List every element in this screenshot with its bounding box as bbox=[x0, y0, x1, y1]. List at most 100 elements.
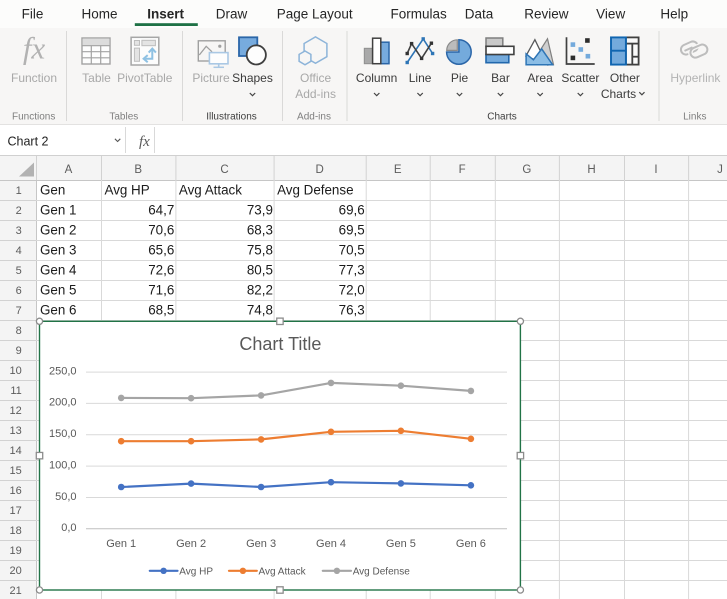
svg-text:Gen: Gen bbox=[40, 183, 65, 198]
svg-text:Illustrations: Illustrations bbox=[206, 111, 257, 122]
svg-text:I: I bbox=[654, 164, 657, 176]
svg-text:3: 3 bbox=[16, 225, 22, 237]
svg-text:Hyperlink: Hyperlink bbox=[670, 71, 721, 85]
svg-text:4: 4 bbox=[16, 245, 22, 257]
svg-text:200,0: 200,0 bbox=[49, 397, 77, 409]
svg-text:2: 2 bbox=[16, 205, 22, 217]
svg-text:Gen 4: Gen 4 bbox=[40, 263, 77, 278]
svg-text:77,3: 77,3 bbox=[339, 263, 365, 278]
svg-text:Avg HP: Avg HP bbox=[179, 566, 213, 577]
svg-text:G: G bbox=[522, 164, 531, 176]
svg-text:21: 21 bbox=[10, 585, 22, 597]
svg-text:Function: Function bbox=[11, 71, 57, 85]
svg-text:Table: Table bbox=[82, 71, 111, 85]
svg-text:16: 16 bbox=[10, 485, 22, 497]
svg-text:8: 8 bbox=[16, 325, 22, 337]
svg-text:Review: Review bbox=[524, 7, 569, 22]
svg-text:69,6: 69,6 bbox=[339, 203, 365, 218]
svg-text:69,5: 69,5 bbox=[339, 223, 365, 238]
svg-text:0,0: 0,0 bbox=[61, 522, 76, 534]
svg-text:14: 14 bbox=[10, 445, 22, 457]
svg-text:17: 17 bbox=[10, 505, 22, 517]
svg-text:250,0: 250,0 bbox=[49, 365, 77, 377]
svg-text:72,0: 72,0 bbox=[339, 283, 365, 298]
svg-text:80,5: 80,5 bbox=[247, 263, 273, 278]
svg-text:Area: Area bbox=[527, 71, 553, 85]
svg-text:Chart 2: Chart 2 bbox=[8, 134, 49, 148]
svg-text:70,5: 70,5 bbox=[339, 243, 365, 258]
svg-text:A: A bbox=[65, 164, 73, 176]
svg-text:Office: Office bbox=[300, 71, 331, 85]
svg-text:Help: Help bbox=[660, 7, 688, 22]
svg-text:Draw: Draw bbox=[216, 7, 248, 22]
svg-text:D: D bbox=[315, 164, 323, 176]
svg-text:50,0: 50,0 bbox=[55, 491, 76, 503]
svg-text:Avg HP: Avg HP bbox=[105, 183, 150, 198]
svg-text:65,6: 65,6 bbox=[148, 243, 174, 258]
svg-text:100,0: 100,0 bbox=[49, 459, 77, 471]
svg-text:fx: fx bbox=[23, 31, 46, 66]
svg-text:Shapes: Shapes bbox=[232, 71, 273, 85]
svg-text:1: 1 bbox=[16, 185, 22, 197]
svg-text:Pie: Pie bbox=[451, 71, 469, 85]
svg-text:9: 9 bbox=[16, 345, 22, 357]
svg-text:Formulas: Formulas bbox=[390, 7, 447, 22]
svg-text:Scatter: Scatter bbox=[561, 71, 599, 85]
svg-text:F: F bbox=[459, 164, 466, 176]
svg-text:11: 11 bbox=[10, 385, 21, 397]
svg-text:Add-ins: Add-ins bbox=[295, 87, 336, 101]
svg-text:Gen 2: Gen 2 bbox=[40, 223, 76, 238]
svg-text:20: 20 bbox=[10, 565, 22, 577]
svg-text:Gen 3: Gen 3 bbox=[246, 538, 276, 550]
svg-text:Functions: Functions bbox=[12, 111, 55, 122]
svg-text:View: View bbox=[596, 7, 625, 22]
svg-text:E: E bbox=[394, 164, 402, 176]
svg-text:Insert: Insert bbox=[147, 7, 184, 22]
svg-text:Bar: Bar bbox=[491, 71, 510, 85]
svg-text:Home: Home bbox=[81, 7, 117, 22]
svg-text:J: J bbox=[717, 164, 723, 176]
svg-text:Add-ins: Add-ins bbox=[297, 111, 331, 122]
svg-text:68,3: 68,3 bbox=[247, 223, 273, 238]
svg-text:5: 5 bbox=[16, 265, 22, 277]
svg-text:75,8: 75,8 bbox=[247, 243, 273, 258]
svg-text:Avg Defense: Avg Defense bbox=[277, 183, 353, 198]
svg-text:PivotTable: PivotTable bbox=[117, 71, 173, 85]
svg-text:H: H bbox=[587, 164, 595, 176]
svg-text:70,6: 70,6 bbox=[148, 223, 174, 238]
svg-text:Page Layout: Page Layout bbox=[277, 7, 353, 22]
svg-text:Charts: Charts bbox=[487, 111, 516, 122]
svg-text:Gen 5: Gen 5 bbox=[40, 283, 76, 298]
svg-text:Avg Defense: Avg Defense bbox=[353, 566, 411, 577]
svg-text:Gen 1: Gen 1 bbox=[40, 203, 76, 218]
svg-text:Picture: Picture bbox=[192, 71, 230, 85]
svg-text:Avg Attack: Avg Attack bbox=[259, 566, 307, 577]
svg-text:File: File bbox=[22, 7, 44, 22]
svg-text:12: 12 bbox=[10, 405, 22, 417]
svg-text:64,7: 64,7 bbox=[148, 203, 174, 218]
svg-text:Gen 5: Gen 5 bbox=[386, 538, 416, 550]
svg-text:Gen 4: Gen 4 bbox=[316, 538, 346, 550]
svg-text:72,6: 72,6 bbox=[148, 263, 174, 278]
svg-text:Tables: Tables bbox=[109, 111, 138, 122]
svg-text:150,0: 150,0 bbox=[49, 428, 77, 440]
svg-text:Other: Other bbox=[610, 71, 640, 85]
svg-text:B: B bbox=[134, 164, 142, 176]
svg-text:Gen 2: Gen 2 bbox=[176, 538, 206, 550]
svg-text:19: 19 bbox=[10, 545, 22, 557]
svg-text:fx: fx bbox=[139, 134, 150, 150]
svg-text:Column: Column bbox=[356, 71, 397, 85]
svg-text:Chart Title: Chart Title bbox=[239, 334, 321, 354]
svg-text:15: 15 bbox=[10, 465, 22, 477]
svg-text:C: C bbox=[220, 164, 228, 176]
svg-text:73,9: 73,9 bbox=[247, 203, 273, 218]
svg-text:Gen 1: Gen 1 bbox=[106, 538, 136, 550]
svg-text:10: 10 bbox=[10, 365, 22, 377]
svg-text:6: 6 bbox=[16, 285, 22, 297]
svg-text:71,6: 71,6 bbox=[148, 283, 174, 298]
svg-text:13: 13 bbox=[10, 425, 22, 437]
svg-text:Charts: Charts bbox=[601, 87, 636, 101]
svg-text:7: 7 bbox=[16, 305, 22, 317]
svg-text:82,2: 82,2 bbox=[247, 283, 273, 298]
svg-text:Gen 6: Gen 6 bbox=[456, 538, 486, 550]
